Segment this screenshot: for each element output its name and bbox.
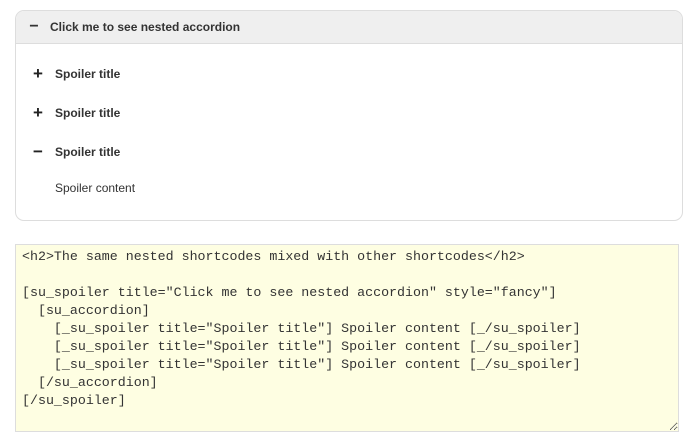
accordion-item-title: Spoiler title — [55, 145, 121, 159]
accordion-item-content: Spoiler content — [55, 181, 136, 195]
plus-icon: + — [33, 64, 43, 83]
spoiler-header[interactable]: − Click me to see nested accordion — [16, 11, 682, 44]
plus-icon: + — [33, 103, 43, 122]
accordion-item-2[interactable]: + Spoiler title — [32, 103, 120, 123]
accordion-item-title: Spoiler title — [55, 106, 121, 120]
spoiler-title: Click me to see nested accordion — [50, 20, 241, 34]
accordion-item-title: Spoiler title — [55, 67, 121, 81]
accordion-item-1[interactable]: + Spoiler title — [32, 64, 120, 84]
minus-icon: − — [29, 18, 39, 35]
minus-icon: − — [33, 142, 43, 161]
accordion-item-3[interactable]: − Spoiler title — [32, 142, 120, 162]
nested-accordion-spoiler: − Click me to see nested accordion + Spo… — [15, 10, 683, 221]
shortcode-textarea[interactable]: <h2>The same nested shortcodes mixed wit… — [15, 244, 679, 432]
